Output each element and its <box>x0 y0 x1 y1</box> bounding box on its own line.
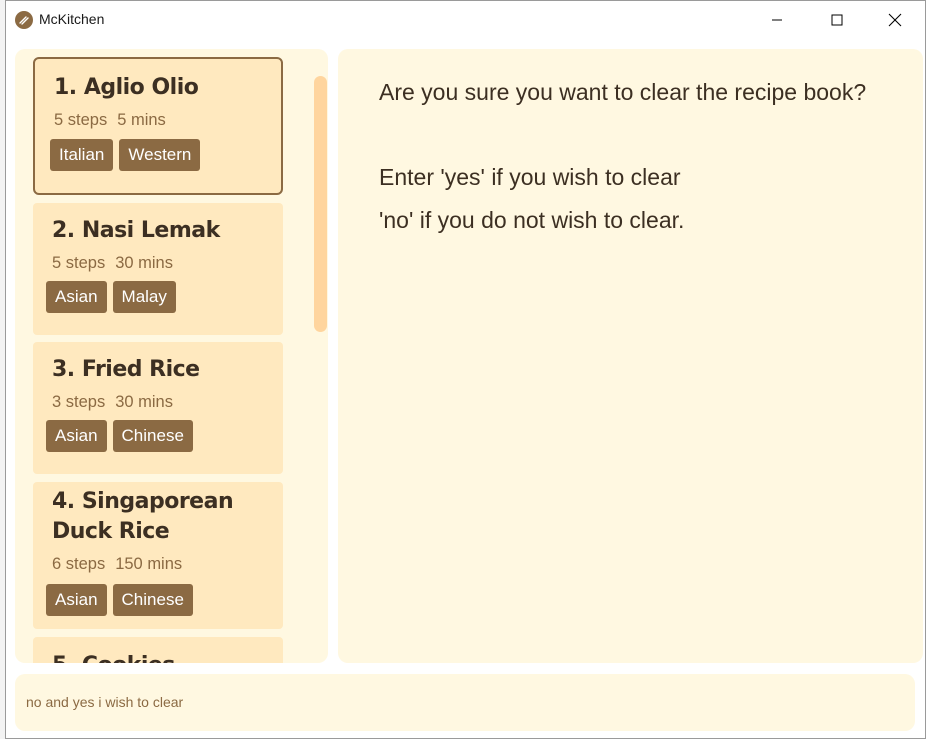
recipe-meta: 6 steps 150 mins <box>52 555 182 574</box>
recipe-card[interactable]: 3. Fried Rice 3 steps 30 mins Asian Chine… <box>33 342 283 474</box>
main-content: 1. Aglio Olio 5 steps 5 mins Italian West… <box>6 39 925 738</box>
recipe-title: 1. Aglio Olio <box>54 75 199 100</box>
recipe-tags: Italian Western <box>50 139 201 171</box>
command-input[interactable]: no and yes i wish to clear <box>26 694 183 710</box>
recipe-card[interactable]: 1. Aglio Olio 5 steps 5 mins Italian West… <box>33 57 283 195</box>
recipe-steps: 5 steps <box>52 254 106 272</box>
tag-badge: Western <box>119 139 201 171</box>
tag-badge: Asian <box>46 420 107 452</box>
recipe-meta: 3 steps 30 mins <box>52 393 173 412</box>
tag-badge: Italian <box>50 139 114 171</box>
recipe-title: 4. Singaporean Duck Rice <box>52 487 234 547</box>
recipe-meta: 5 steps 5 mins <box>54 111 166 130</box>
close-icon <box>888 13 902 27</box>
recipe-time: 5 mins <box>117 111 166 129</box>
recipe-card[interactable]: 2. Nasi Lemak 5 steps 30 mins Asian Malay <box>33 203 283 335</box>
recipe-tags: Asian Chinese <box>46 584 193 616</box>
recipe-time: 30 mins <box>115 393 173 411</box>
recipe-steps: 3 steps <box>52 393 106 411</box>
maximize-button[interactable] <box>808 1 866 39</box>
recipe-meta: 5 steps 30 mins <box>52 254 173 273</box>
recipe-steps: 5 steps <box>54 111 108 129</box>
recipe-tags: Asian Malay <box>46 281 176 313</box>
app-logo-icon <box>15 11 33 29</box>
command-box[interactable]: no and yes i wish to clear <box>15 674 915 731</box>
recipe-time: 30 mins <box>115 254 173 272</box>
recipe-title: 2. Nasi Lemak <box>52 218 220 243</box>
recipe-title-line: 4. Singaporean <box>52 489 234 514</box>
recipe-card[interactable]: 4. Singaporean Duck Rice 6 steps 150 mins… <box>33 482 283 629</box>
minimize-icon <box>772 19 782 21</box>
close-button[interactable] <box>866 1 924 39</box>
recipe-steps: 6 steps <box>52 555 106 573</box>
tag-badge: Asian <box>46 584 107 616</box>
tag-badge: Chinese <box>112 420 193 452</box>
recipe-title: 3. Fried Rice <box>52 357 200 382</box>
maximize-icon <box>831 14 843 26</box>
recipe-tags: Asian Chinese <box>46 420 193 452</box>
tag-badge: Chinese <box>112 584 193 616</box>
recipe-list-panel: 1. Aglio Olio 5 steps 5 mins Italian West… <box>15 49 328 663</box>
window-title: McKitchen <box>39 11 105 27</box>
recipe-card[interactable]: 5. Cookies <box>33 637 283 663</box>
tag-badge: Malay <box>112 281 176 313</box>
title-bar: McKitchen <box>6 1 925 39</box>
result-message: Are you sure you want to clear the recip… <box>379 79 867 233</box>
recipe-title: 5. Cookies <box>52 651 175 663</box>
recipe-title-line: Duck Rice <box>52 519 170 544</box>
result-display-panel: Are you sure you want to clear the recip… <box>338 49 923 663</box>
tag-badge: Asian <box>46 281 107 313</box>
minimize-button[interactable] <box>748 1 806 39</box>
recipe-list-scrollbar[interactable] <box>314 76 327 332</box>
app-window: McKitchen 1. Aglio Olio 5 steps 5 mins I… <box>5 0 926 739</box>
recipe-time: 150 mins <box>115 555 183 573</box>
